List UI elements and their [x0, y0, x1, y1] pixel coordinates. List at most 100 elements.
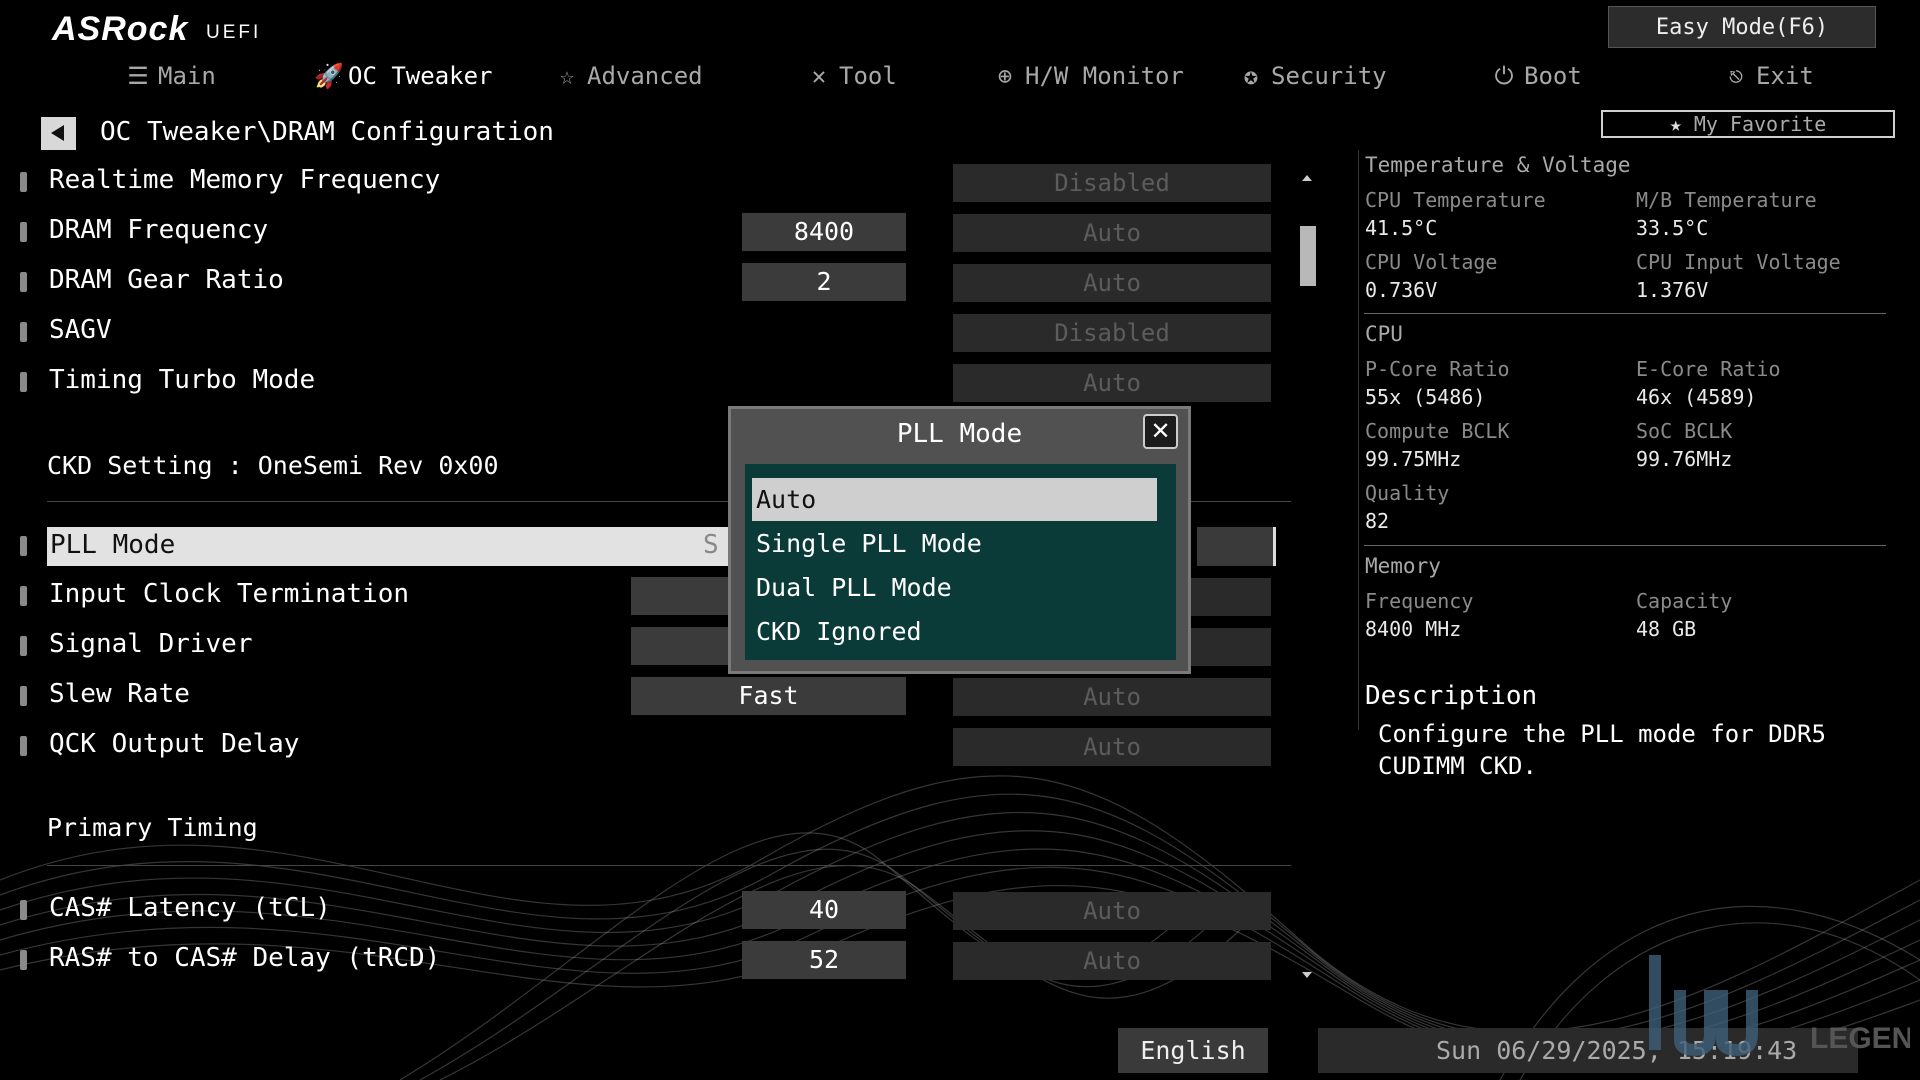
setting-label: Input Clock Termination [49, 579, 410, 609]
tab-boot[interactable]: ⏻ Boot [1490, 58, 1582, 94]
popup-option-list: Auto Single PLL Mode Dual PLL Mode CKD I… [745, 464, 1176, 660]
section-divider [47, 865, 1291, 866]
easy-mode-button[interactable]: Easy Mode(F6) [1608, 6, 1876, 48]
setting-label: PLL Mode [50, 530, 176, 560]
popup-option-auto[interactable]: Auto [752, 478, 1157, 521]
row-bullet [20, 736, 27, 756]
tab-oc-tweaker[interactable]: 🚀 OC Tweaker [314, 58, 493, 94]
tab-exit-label: Exit [1756, 62, 1814, 90]
cpu-temp-label: CPU Temperature [1365, 188, 1546, 212]
cpu-voltage-label: CPU Voltage [1365, 250, 1498, 274]
pll-mode-highlight[interactable]: PLL Mode S [47, 527, 730, 566]
mb-temp-value: 33.5°C [1636, 216, 1709, 240]
realtime-memory-frequency-option[interactable]: Disabled [953, 164, 1271, 202]
popup-title: PLL Mode [896, 419, 1023, 449]
description-title: Description [1365, 681, 1538, 711]
tab-hw-monitor[interactable]: ⊕ H/W Monitor [991, 58, 1184, 94]
memory-capacity-value: 48 GB [1636, 617, 1697, 641]
dram-gear-ratio-option[interactable]: Auto [953, 264, 1271, 302]
dram-gear-ratio-value[interactable]: 2 [742, 263, 906, 301]
tab-security-label: Security [1271, 62, 1387, 90]
setting-label: Slew Rate [49, 679, 190, 709]
star-icon: ★ [1669, 112, 1682, 136]
setting-label: Signal Driver [49, 629, 253, 659]
setting-label: Timing Turbo Mode [49, 365, 316, 395]
cas-latency-value[interactable]: 40 [742, 891, 906, 929]
tab-advanced[interactable]: ☆ Advanced [553, 58, 703, 94]
setting-label: DRAM Gear Ratio [49, 265, 284, 295]
soc-bclk-label: SoC BCLK [1636, 419, 1733, 443]
my-favorite-button[interactable]: ★ My Favorite [1601, 110, 1895, 138]
tab-tool[interactable]: ✕ Tool [805, 58, 897, 94]
qck-output-delay-option[interactable]: Auto [953, 728, 1271, 766]
back-button[interactable] [41, 117, 76, 150]
panel-divider [1364, 313, 1886, 314]
cpu-temp-value: 41.5°C [1365, 216, 1438, 240]
language-button[interactable]: English [1118, 1028, 1268, 1073]
description-text: Configure the PLL mode for DDR5 CUDIMM C… [1378, 720, 1826, 780]
setting-label: Realtime Memory Frequency [49, 165, 441, 195]
power-icon: ⏻ [1494, 62, 1514, 90]
cpu-title: CPU [1365, 322, 1403, 346]
rocket-icon: 🚀 [314, 62, 344, 90]
tab-boot-label: Boot [1524, 62, 1582, 90]
pll-mode-value-glimpse: S [703, 530, 719, 560]
popup-option-dual-pll[interactable]: Dual PLL Mode [752, 566, 1157, 609]
pcore-ratio-label: P-Core Ratio [1365, 357, 1510, 381]
primary-timing-heading: Primary Timing [47, 813, 258, 842]
shield-icon: ✪ [1243, 62, 1259, 90]
setting-label: RAS# to CAS# Delay (tRCD) [49, 943, 441, 973]
ras-to-cas-delay-option[interactable]: Auto [953, 942, 1271, 980]
slew-rate-option[interactable]: Auto [953, 678, 1271, 716]
row-bullet [20, 950, 27, 970]
row-bullet [20, 636, 27, 656]
setting-label: CAS# Latency (tCL) [49, 893, 331, 923]
timing-turbo-mode-option[interactable]: Auto [953, 364, 1271, 402]
uefi-label: UEFI [206, 22, 262, 43]
pll-mode-option[interactable] [1197, 527, 1276, 566]
cpu-input-voltage-label: CPU Input Voltage [1636, 250, 1841, 274]
cpu-voltage-value: 0.736V [1365, 278, 1438, 302]
panel-divider [1364, 545, 1886, 546]
asrock-logo: ASRock [52, 10, 189, 48]
ckd-setting-info: CKD Setting : OneSemi Rev 0x00 [47, 451, 499, 480]
close-icon[interactable]: ✕ [1143, 414, 1178, 449]
row-bullet [20, 322, 27, 342]
scrollbar-thumb[interactable] [1300, 226, 1316, 286]
my-favorite-label: My Favorite [1693, 112, 1827, 136]
exit-icon: ⎋ [1728, 62, 1744, 90]
dram-frequency-option[interactable]: Auto [953, 214, 1271, 252]
crosshair-icon: ⊕ [997, 62, 1013, 90]
row-bullet [20, 172, 27, 192]
popup-option-ckd-ignored[interactable]: CKD Ignored [752, 610, 1157, 653]
row-bullet [20, 900, 27, 920]
setting-label: QCK Output Delay [49, 729, 300, 759]
compute-bclk-label: Compute BCLK [1365, 419, 1510, 443]
soc-bclk-value: 99.76MHz [1636, 447, 1733, 471]
tab-security[interactable]: ✪ Security [1237, 58, 1387, 94]
legend-watermark: LEGEND [1649, 955, 1910, 1057]
star-icon: ☆ [559, 62, 575, 90]
slew-rate-value[interactable]: Fast [631, 677, 906, 715]
sagv-option[interactable]: Disabled [953, 314, 1271, 352]
tab-exit[interactable]: ⎋ Exit [1722, 58, 1814, 94]
temp-voltage-title: Temperature & Voltage [1365, 153, 1631, 177]
popup-option-single-pll[interactable]: Single PLL Mode [752, 522, 1157, 565]
quality-value: 82 [1365, 509, 1390, 533]
tools-icon: ✕ [811, 62, 827, 90]
row-bullet [20, 272, 27, 292]
row-bullet [20, 536, 27, 556]
dram-frequency-value[interactable]: 8400 [742, 213, 906, 251]
cas-latency-option[interactable]: Auto [953, 892, 1271, 930]
scroll-up-arrow[interactable] [1300, 171, 1314, 185]
tab-tool-label: Tool [839, 62, 897, 90]
pll-mode-popup: PLL Mode ✕ Auto Single PLL Mode Dual PLL… [728, 406, 1191, 674]
mb-temp-label: M/B Temperature [1636, 188, 1817, 212]
list-icon: ☰ [127, 62, 149, 90]
ras-to-cas-delay-value[interactable]: 52 [742, 941, 906, 979]
compute-bclk-value: 99.75MHz [1365, 447, 1462, 471]
tab-main[interactable]: ☰ Main [124, 58, 216, 94]
setting-label: SAGV [49, 315, 112, 345]
ecore-ratio-label: E-Core Ratio [1636, 357, 1781, 381]
scroll-down-arrow[interactable] [1300, 968, 1314, 982]
